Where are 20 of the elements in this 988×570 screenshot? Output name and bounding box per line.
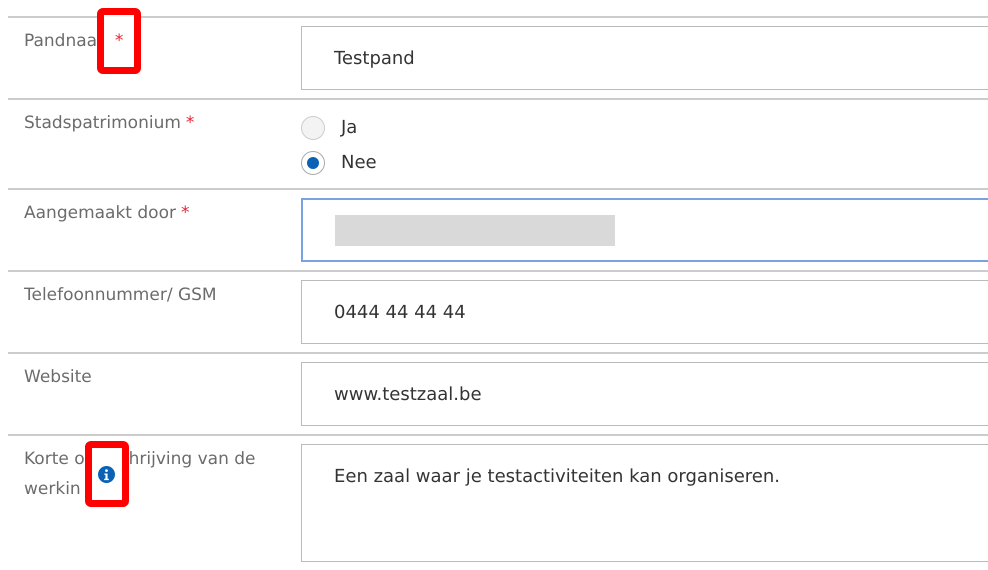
required-asterisk: * xyxy=(114,30,124,53)
radio-label: Nee xyxy=(341,151,377,175)
required-asterisk: * xyxy=(186,112,194,135)
field-label: Aangemaakt door xyxy=(24,202,176,225)
input-field[interactable] xyxy=(301,198,988,262)
required-asterisk: * xyxy=(180,202,190,225)
input-field[interactable]: 0444 44 44 44 xyxy=(301,280,988,344)
radio-label: Ja xyxy=(341,116,358,140)
input-field[interactable]: www.testzaal.be xyxy=(301,362,988,426)
input-field[interactable]: Testpand xyxy=(301,26,988,90)
field-label: werkin xyxy=(24,478,82,501)
field-label: Stadspatrimonium xyxy=(24,112,181,135)
info-icon[interactable] xyxy=(98,466,116,482)
field-label: Telefoonnummer/ GSM xyxy=(24,284,217,307)
radio-button[interactable] xyxy=(301,150,325,174)
field-label: hrijving van de xyxy=(128,448,256,471)
field-label: Website xyxy=(24,366,92,389)
field-label: Pandnaa xyxy=(24,30,98,53)
field-label: Korte o xyxy=(24,448,85,471)
textarea-field[interactable]: Een zaal waar je testactiviteiten kan organiseren. xyxy=(301,444,988,562)
